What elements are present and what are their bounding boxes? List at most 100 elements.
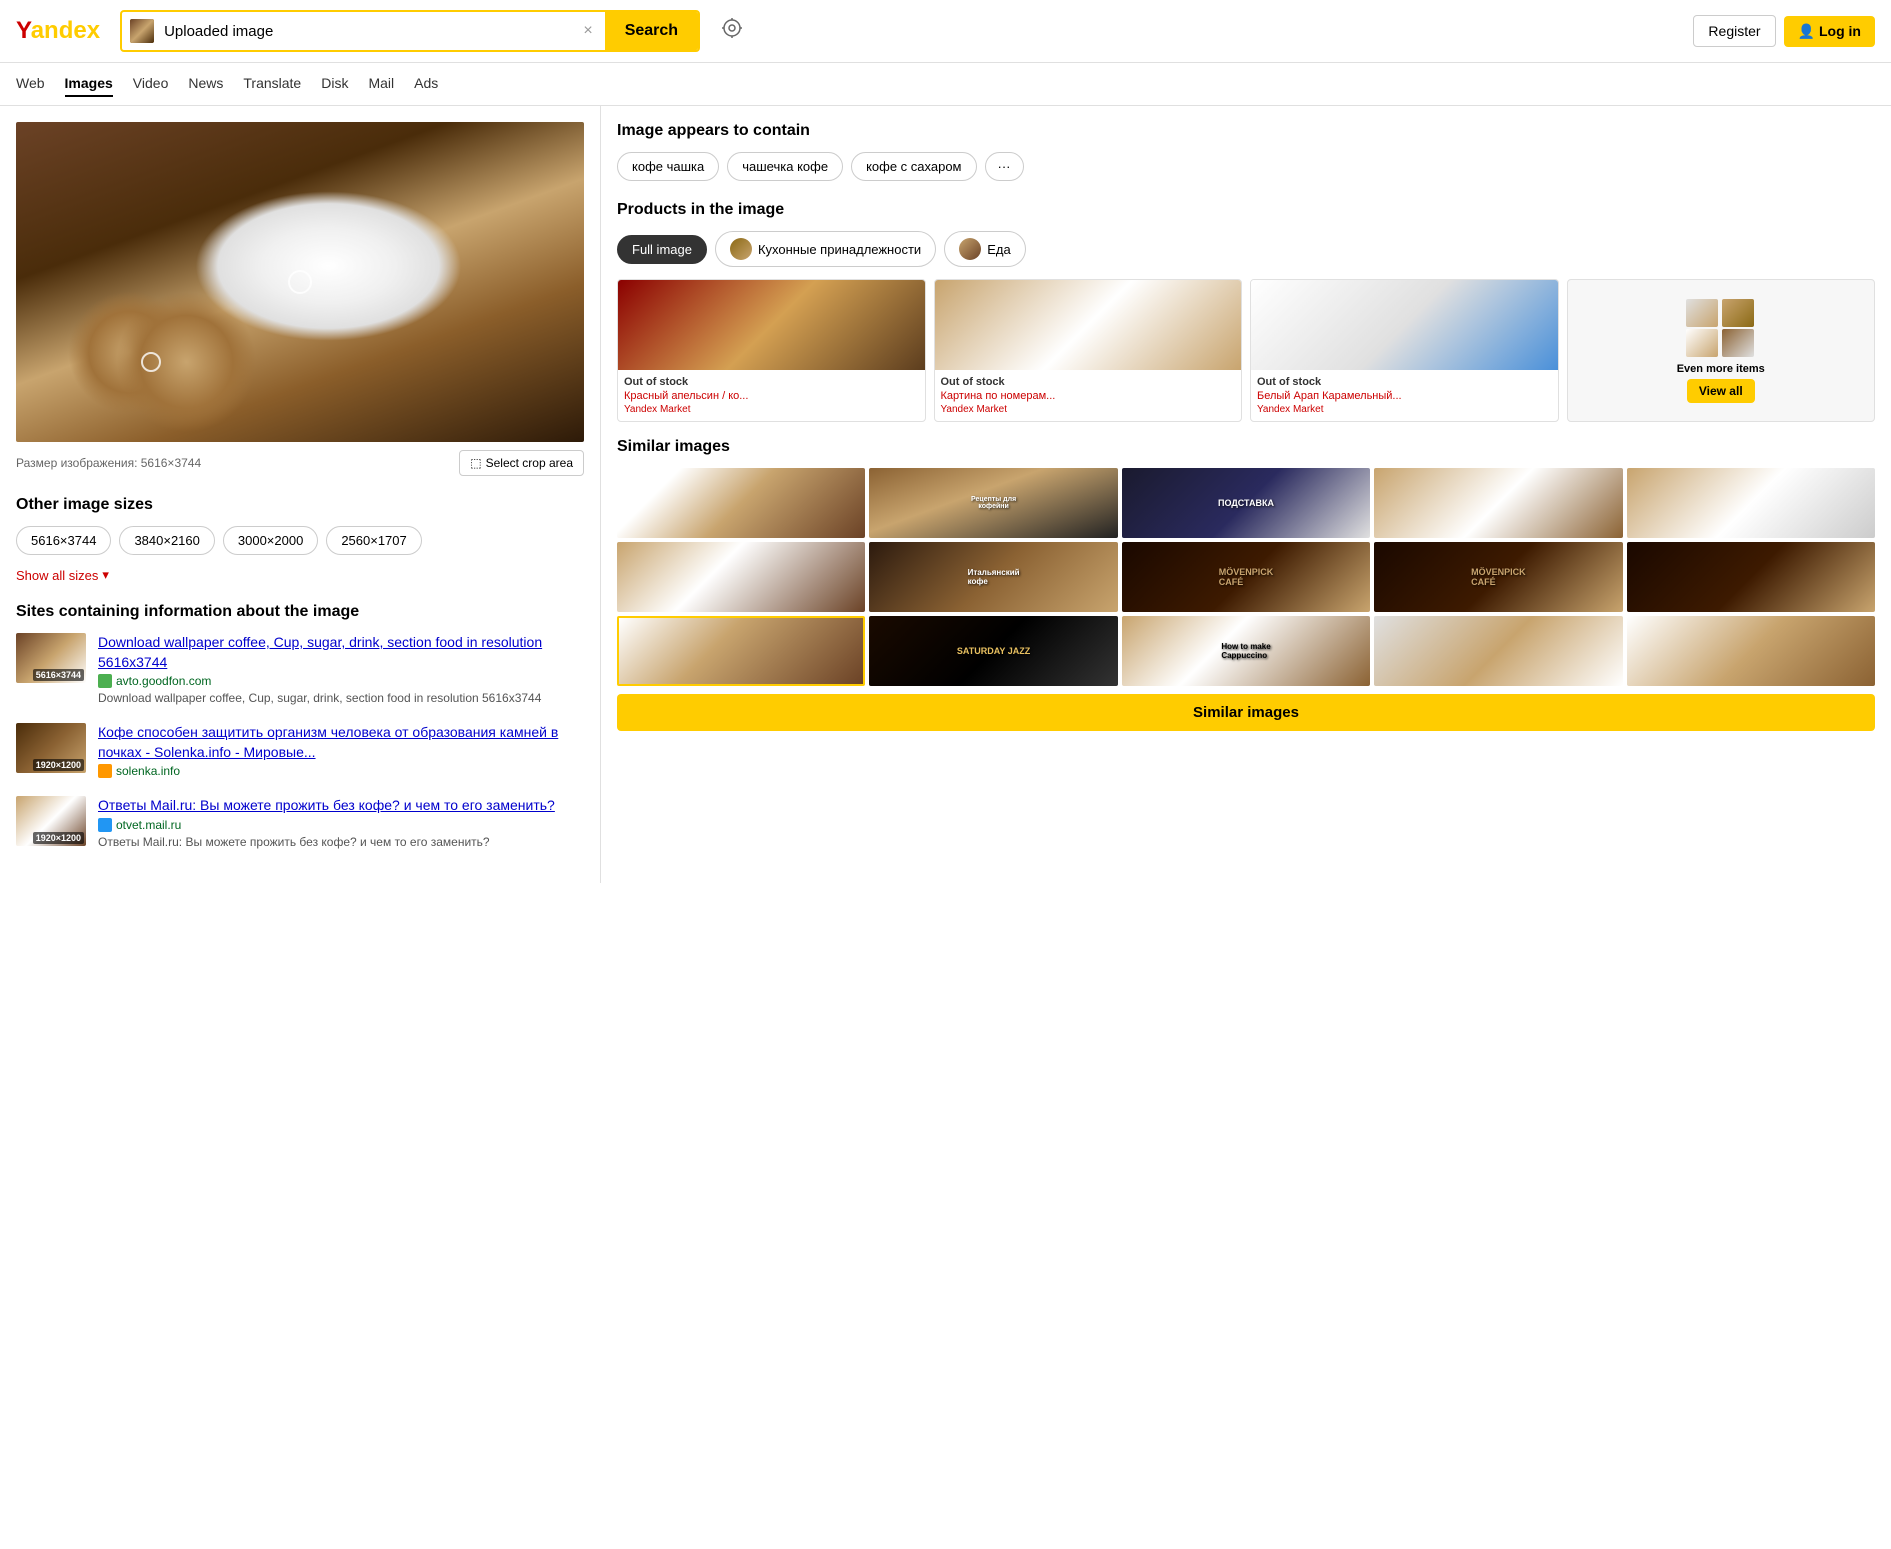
search-clear-icon[interactable]: × — [579, 22, 596, 40]
similar-image-15[interactable] — [1627, 616, 1875, 686]
register-button[interactable]: Register — [1693, 15, 1775, 47]
tag-coffee-cup[interactable]: кофе чашка — [617, 152, 719, 181]
nav-web[interactable]: Web — [16, 71, 45, 97]
logo: Yandex — [16, 17, 100, 45]
site-thumb-label-1: 5616×3744 — [33, 669, 84, 681]
product-image-3 — [1251, 280, 1558, 370]
similar-image-14[interactable] — [1374, 616, 1622, 686]
filter-food[interactable]: Еда — [944, 231, 1026, 267]
product-name-1[interactable]: Красный апельсин / ко... — [624, 390, 919, 402]
product-name-2[interactable]: Картина по номерам... — [941, 390, 1236, 402]
site-thumb-2: 1920×1200 — [16, 723, 86, 773]
tag-coffee-sugar[interactable]: кофе с сахаром — [851, 152, 976, 181]
image-dimensions: Размер изображения: 5616×3744 — [16, 456, 201, 470]
product-card-1[interactable]: Out of stock Красный апельсин / ко... Ya… — [617, 279, 926, 422]
even-more-label: Even more items — [1677, 363, 1765, 375]
kitchen-icon — [730, 238, 752, 260]
search-thumbnail — [130, 19, 154, 43]
similar-image-11[interactable] — [617, 616, 865, 686]
list-item: 1920×1200 Ответы Mail.ru: Вы можете прож… — [16, 796, 584, 850]
similar-row-1: Рецепты длякофейни ПОДСТАВКА — [617, 468, 1875, 538]
sites-title: Sites containing information about the i… — [16, 603, 584, 621]
product-info-3: Out of stock Белый Арап Карамельный... Y… — [1251, 370, 1558, 421]
nav-video[interactable]: Video — [133, 71, 169, 97]
similar-image-10[interactable] — [1627, 542, 1875, 612]
sizes-title: Other image sizes — [16, 496, 584, 514]
main-content: Размер изображения: 5616×3744 ⬚ Select c… — [0, 106, 1891, 883]
login-button[interactable]: 👤 Log in — [1784, 16, 1875, 47]
domain-icon-3 — [98, 818, 112, 832]
search-thumb-image — [130, 19, 154, 43]
similar-image-9[interactable]: MÖVENPICKCAFÉ — [1374, 542, 1622, 612]
similar-images-button[interactable]: Similar images — [617, 694, 1875, 731]
even-more-card: Even more items View all — [1567, 279, 1876, 422]
tags-title: Image appears to contain — [617, 122, 1875, 140]
navigation: Web Images Video News Translate Disk Mai… — [0, 63, 1891, 106]
tags-row: кофе чашка чашечка кофе кофе с сахаром ·… — [617, 152, 1875, 181]
similar-image-6[interactable] — [617, 542, 865, 612]
domain-icon-1 — [98, 674, 112, 688]
header-right: Register 👤 Log in — [1693, 15, 1875, 47]
nav-ads[interactable]: Ads — [414, 71, 438, 97]
show-all-sizes-link[interactable]: Show all sizes ▾ — [16, 567, 109, 583]
similar-section: Similar images Рецепты длякофейни ПОДСТА… — [617, 438, 1875, 731]
site-desc-1: Download wallpaper coffee, Cup, sugar, d… — [98, 690, 584, 707]
similar-image-5[interactable] — [1627, 468, 1875, 538]
filter-full-image[interactable]: Full image — [617, 235, 707, 264]
mini-img-2 — [1722, 299, 1754, 327]
similar-image-7[interactable]: Итальянскийкофе — [869, 542, 1117, 612]
product-image-2 — [935, 280, 1242, 370]
site-link-2[interactable]: Кофе способен защитить организм человека… — [98, 723, 584, 762]
product-status-2: Out of stock — [941, 376, 1236, 388]
similar-image-8[interactable]: MÖVENPICKCAFÉ — [1122, 542, 1370, 612]
product-info-1: Out of stock Красный апельсин / ко... Ya… — [618, 370, 925, 421]
site-domain-3: otvet.mail.ru — [98, 818, 555, 832]
similar-image-3[interactable]: ПОДСТАВКА — [1122, 468, 1370, 538]
nav-mail[interactable]: Mail — [368, 71, 394, 97]
product-name-3[interactable]: Белый Арап Карамельный... — [1257, 390, 1552, 402]
site-info-1: Download wallpaper coffee, Cup, sugar, d… — [98, 633, 584, 707]
view-all-button[interactable]: View all — [1687, 379, 1755, 403]
filter-kitchen[interactable]: Кухонные принадлежности — [715, 231, 936, 267]
main-image-wrap: Размер изображения: 5616×3744 ⬚ Select c… — [16, 122, 584, 476]
size-pill-4[interactable]: 2560×1707 — [326, 526, 421, 555]
search-button[interactable]: Search — [605, 12, 698, 50]
similar-image-2[interactable]: Рецепты длякофейни — [869, 468, 1117, 538]
nav-disk[interactable]: Disk — [321, 71, 348, 97]
tag-cup-coffee[interactable]: чашечка кофе — [727, 152, 843, 181]
product-market-1: Yandex Market — [624, 404, 919, 415]
product-market-3: Yandex Market — [1257, 404, 1552, 415]
logo-andex: andex — [31, 17, 100, 44]
similar-title: Similar images — [617, 438, 1875, 456]
site-thumb-1: 5616×3744 — [16, 633, 86, 683]
products-title: Products in the image — [617, 201, 1875, 219]
camera-search-icon[interactable] — [712, 8, 752, 54]
search-input[interactable] — [160, 15, 573, 48]
site-info-3: Ответы Mail.ru: Вы можете прожить без ко… — [98, 796, 555, 850]
chevron-down-icon: ▾ — [102, 567, 109, 583]
list-item: 1920×1200 Кофе способен защитить организ… — [16, 723, 584, 780]
tag-more-button[interactable]: ··· — [985, 152, 1024, 181]
site-thumb-3: 1920×1200 — [16, 796, 86, 846]
nav-translate[interactable]: Translate — [243, 71, 301, 97]
similar-image-4[interactable] — [1374, 468, 1622, 538]
site-link-3[interactable]: Ответы Mail.ru: Вы можете прожить без ко… — [98, 796, 555, 816]
product-info-2: Out of stock Картина по номерам... Yande… — [935, 370, 1242, 421]
products-grid: Out of stock Красный апельсин / ко... Ya… — [617, 279, 1875, 422]
similar-row-2: Итальянскийкофе MÖVENPICKCAFÉ MÖVENPICKC… — [617, 542, 1875, 612]
size-pill-3[interactable]: 3000×2000 — [223, 526, 318, 555]
similar-image-13[interactable]: How to makeCappuccino — [1122, 616, 1370, 686]
size-pill-2[interactable]: 3840×2160 — [119, 526, 214, 555]
mini-img-1 — [1686, 299, 1718, 327]
site-link-1[interactable]: Download wallpaper coffee, Cup, sugar, d… — [98, 633, 584, 672]
crop-icon: ⬚ — [470, 456, 481, 470]
similar-image-12[interactable]: SATURDAY JAZZ — [869, 616, 1117, 686]
nav-news[interactable]: News — [188, 71, 223, 97]
size-pill-1[interactable]: 5616×3744 — [16, 526, 111, 555]
product-card-2[interactable]: Out of stock Картина по номерам... Yande… — [934, 279, 1243, 422]
nav-images[interactable]: Images — [65, 71, 113, 97]
similar-image-1[interactable] — [617, 468, 865, 538]
product-card-3[interactable]: Out of stock Белый Арап Карамельный... Y… — [1250, 279, 1559, 422]
crop-button[interactable]: ⬚ Select crop area — [459, 450, 584, 476]
main-image[interactable] — [16, 122, 584, 442]
